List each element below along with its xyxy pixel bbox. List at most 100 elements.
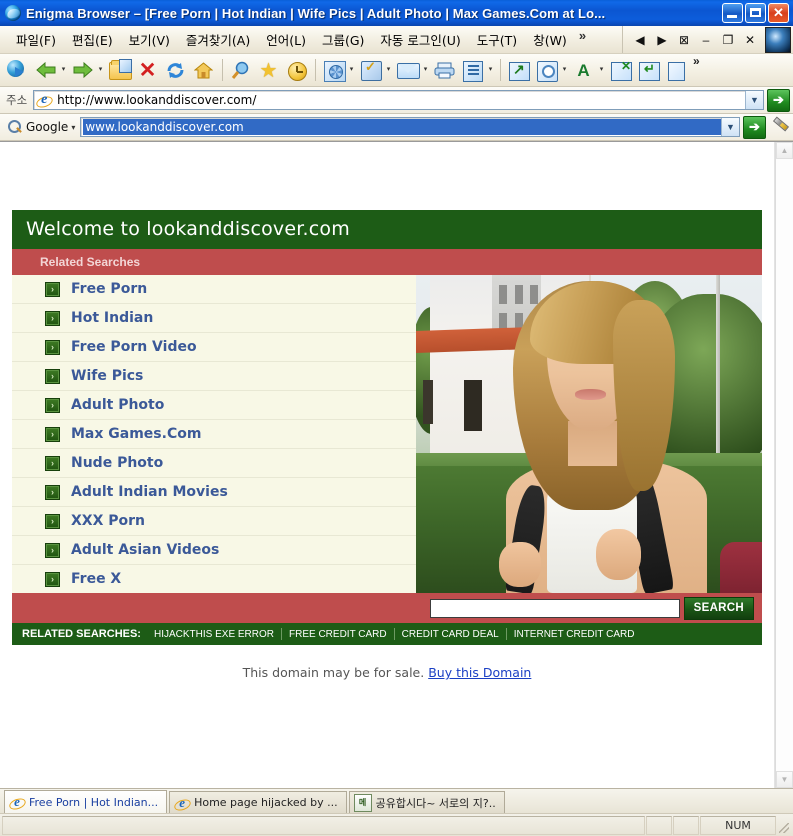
- related-link[interactable]: Wife Pics: [71, 368, 143, 384]
- menu-item-view[interactable]: 보기(V): [121, 27, 178, 52]
- close-window-icon[interactable]: [608, 57, 634, 83]
- last-toolbar-icon[interactable]: [664, 57, 690, 83]
- address-go-button[interactable]: ➔: [767, 88, 790, 112]
- related-searches-footer: RELATED SEARCHES: HIJACKTHIS EXE ERROR F…: [12, 623, 762, 645]
- related-link[interactable]: XXX Porn: [71, 513, 145, 529]
- browse-globe-icon[interactable]: [5, 57, 31, 83]
- zoom-dropdown-icon[interactable]: ▾: [561, 57, 568, 83]
- back-icon[interactable]: [33, 57, 59, 83]
- highlighter-icon[interactable]: [770, 117, 790, 137]
- site-search-button[interactable]: SEARCH: [683, 596, 754, 620]
- address-input[interactable]: [55, 92, 745, 108]
- list-item[interactable]: › XXX Porn: [12, 507, 416, 536]
- menu-item-group[interactable]: 그룹(G): [314, 27, 372, 52]
- buy-domain-link[interactable]: Buy this Domain: [428, 665, 531, 680]
- mail-icon[interactable]: [395, 57, 421, 83]
- list-item[interactable]: › Adult Indian Movies: [12, 478, 416, 507]
- close-button[interactable]: [768, 3, 789, 23]
- edit-dropdown-icon[interactable]: ▾: [487, 57, 494, 83]
- menu-item-favorites[interactable]: 즐겨찾기(A): [178, 27, 258, 52]
- footer-title: RELATED SEARCHES:: [22, 628, 141, 640]
- search-icon[interactable]: [228, 57, 254, 83]
- footer-link[interactable]: HIJACKTHIS EXE ERROR: [147, 629, 281, 640]
- edit-icon[interactable]: [460, 57, 486, 83]
- address-dropdown-chevron-down-icon[interactable]: ▼: [745, 91, 763, 109]
- zoom-icon[interactable]: [534, 57, 560, 83]
- footer-link[interactable]: FREE CREDIT CARD: [282, 629, 394, 640]
- back-dropdown-icon[interactable]: ▾: [60, 57, 67, 83]
- toolbar-overflow-chevron-icon[interactable]: »: [693, 54, 700, 68]
- minimize-document-icon[interactable]: –: [695, 29, 717, 51]
- open-folder-icon[interactable]: [107, 57, 133, 83]
- search-engine-chevron-down-icon[interactable]: ▾: [71, 123, 75, 132]
- restore-window-icon[interactable]: [636, 57, 662, 83]
- list-item[interactable]: › Nude Photo: [12, 449, 416, 478]
- list-item[interactable]: › Wife Pics: [12, 362, 416, 391]
- menu-item-window[interactable]: 창(W): [525, 27, 575, 52]
- menu-overflow-chevron-icon[interactable]: »: [579, 28, 586, 43]
- print-icon[interactable]: [432, 57, 458, 83]
- home-icon[interactable]: [191, 57, 217, 83]
- domain-sale-note: This domain may be for sale. Buy this Do…: [12, 645, 762, 680]
- related-link[interactable]: Free Porn: [71, 281, 147, 297]
- menu-item-edit[interactable]: 편집(E): [64, 27, 121, 52]
- related-link[interactable]: Max Games.Com: [71, 426, 201, 442]
- scroll-down-arrow-icon[interactable]: ▼: [776, 771, 793, 788]
- list-item[interactable]: › Free Porn Video: [12, 333, 416, 362]
- forward-icon[interactable]: [70, 57, 96, 83]
- menu-item-tools[interactable]: 도구(T): [469, 27, 525, 52]
- external-window-icon[interactable]: [506, 57, 532, 83]
- restore-document-icon[interactable]: ❐: [717, 29, 739, 51]
- menu-item-file[interactable]: 파일(F): [8, 27, 64, 52]
- tab-0[interactable]: e Free Porn | Hot Indian...: [4, 790, 168, 813]
- list-item[interactable]: › Free Porn: [12, 275, 416, 304]
- footer-link[interactable]: INTERNET CREDIT CARD: [507, 629, 642, 640]
- address-combobox[interactable]: e ▼: [33, 90, 764, 110]
- list-item[interactable]: › Max Games.Com: [12, 420, 416, 449]
- form-fill-icon[interactable]: [358, 57, 384, 83]
- close-document-box-icon[interactable]: ⊠: [673, 29, 695, 51]
- refresh-icon[interactable]: [163, 57, 189, 83]
- list-item[interactable]: › Free X: [12, 565, 416, 593]
- page-title: Welcome to lookanddiscover.com: [12, 210, 762, 249]
- related-link[interactable]: Adult Photo: [71, 397, 164, 413]
- search-combobox[interactable]: www.lookanddiscover.com ▼: [80, 117, 740, 137]
- search-go-button[interactable]: ➔: [743, 115, 766, 139]
- search-dropdown-chevron-down-icon[interactable]: ▼: [721, 118, 739, 136]
- site-search-input[interactable]: [429, 598, 680, 618]
- related-link[interactable]: Free Porn Video: [71, 339, 197, 355]
- settings-dropdown-icon[interactable]: ▾: [348, 57, 355, 83]
- related-link[interactable]: Adult Indian Movies: [71, 484, 228, 500]
- menu-item-language[interactable]: 언어(L): [258, 27, 314, 52]
- font-icon[interactable]: A: [571, 57, 597, 83]
- window-controls: [722, 3, 791, 23]
- stop-icon[interactable]: ✕: [135, 57, 161, 83]
- mail-dropdown-icon[interactable]: ▾: [422, 57, 429, 83]
- font-dropdown-icon[interactable]: ▾: [598, 57, 605, 83]
- form-fill-dropdown-icon[interactable]: ▾: [385, 57, 392, 83]
- tab-2[interactable]: 메 공유합시다~ 서로의 지?..: [348, 791, 505, 813]
- footer-link[interactable]: CREDIT CARD DEAL: [395, 629, 506, 640]
- tab-label: Free Porn | Hot Indian...: [29, 795, 159, 809]
- close-document-icon[interactable]: ✕: [739, 29, 761, 51]
- list-item[interactable]: › Adult Asian Videos: [12, 536, 416, 565]
- related-link[interactable]: Free X: [71, 571, 121, 587]
- vertical-scrollbar[interactable]: ▲ ▼: [775, 142, 793, 788]
- maximize-button[interactable]: [745, 3, 766, 23]
- related-link[interactable]: Adult Asian Videos: [71, 542, 219, 558]
- list-item[interactable]: › Hot Indian: [12, 304, 416, 333]
- related-link[interactable]: Nude Photo: [71, 455, 163, 471]
- favorites-star-icon[interactable]: ★: [256, 57, 282, 83]
- prev-document-icon[interactable]: ◀: [629, 29, 651, 51]
- settings-gear-icon[interactable]: [321, 57, 347, 83]
- tab-1[interactable]: e Home page hijacked by ...: [169, 791, 347, 813]
- list-item[interactable]: › Adult Photo: [12, 391, 416, 420]
- next-document-icon[interactable]: ▶: [651, 29, 673, 51]
- history-clock-icon[interactable]: [284, 57, 310, 83]
- scroll-up-arrow-icon[interactable]: ▲: [776, 142, 793, 159]
- menu-item-autologin[interactable]: 자동 로그인(U): [372, 27, 468, 52]
- related-link[interactable]: Hot Indian: [71, 310, 153, 326]
- search-input[interactable]: www.lookanddiscover.com: [83, 119, 721, 135]
- minimize-button[interactable]: [722, 3, 743, 23]
- resize-grip-icon[interactable]: [777, 817, 791, 834]
